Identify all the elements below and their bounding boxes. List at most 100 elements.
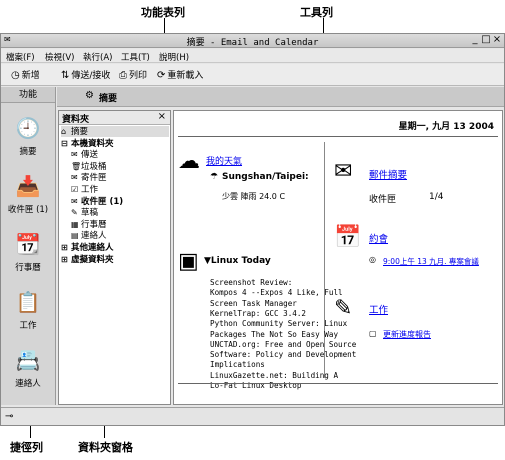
title-bar[interactable]: ✉ 摘要 - Email and Calendar _ □ ×: [1, 34, 504, 48]
folder-item-label: 工作: [81, 185, 99, 195]
news-line[interactable]: Packages The Not So Easy Way: [210, 330, 338, 340]
folder-item[interactable]: ⌂ 摘要: [61, 126, 169, 137]
folder-icon: ☑: [71, 185, 79, 194]
view-header-title: 摘要: [99, 94, 118, 104]
appointments-title-link[interactable]: 約會: [369, 231, 388, 245]
new-button[interactable]: ◷ 新增: [11, 68, 40, 81]
folder-item[interactable]: ✉ 傳送: [71, 149, 169, 160]
weather-desc: 少雲 陣雨 24.0 C: [222, 192, 286, 201]
view-header-band: ⚙ 摘要: [57, 87, 504, 107]
news-line[interactable]: LinuxGazette.net: Building A: [210, 371, 338, 381]
menu-actions[interactable]: 執行(A): [83, 51, 112, 63]
menu-view[interactable]: 檢視(V): [45, 51, 74, 63]
maximize-button[interactable]: □: [481, 34, 491, 45]
summary-view: 星期一, 九月 13 2004 ☁ 我的天氣 ☂ Sungshan/Taipei…: [173, 110, 503, 405]
news-line[interactable]: Implications: [210, 360, 265, 370]
news-line[interactable]: Software: Policy and Development: [210, 350, 356, 360]
shortcut-inbox-label: 收件匣 (1): [7, 205, 49, 215]
folder-item[interactable]: ⊟ 本機資料夾: [61, 138, 169, 149]
new-label: 新增: [21, 71, 40, 81]
folder-icon: ✉: [71, 150, 78, 160]
folder-item[interactable]: ▤ 連絡人: [71, 230, 169, 241]
tasks-summary-icon: ✎: [334, 296, 353, 321]
new-icon: ◷: [11, 70, 20, 81]
folder-item[interactable]: ⊞ 其他連絡人: [61, 242, 169, 253]
folder-item-label: 垃圾桶: [81, 161, 107, 172]
send-receive-icon: ⇅: [61, 70, 70, 81]
folder-icon: ✉: [71, 173, 78, 183]
menu-help[interactable]: 說明(H): [159, 51, 189, 63]
shortcut-calendar[interactable]: 📆 行事曆: [1, 233, 55, 273]
shortcut-contacts[interactable]: 📇 連絡人: [1, 349, 55, 389]
mail-summary-title-link[interactable]: 郵件摘要: [369, 167, 407, 181]
news-line[interactable]: UNCTAD.org: Free and Open Source: [210, 340, 356, 350]
folder-item[interactable]: ☑ 工作: [71, 184, 169, 195]
expander-icon[interactable]: ⊞: [61, 242, 71, 253]
summary-top-rule: [178, 136, 498, 137]
app-window: ✉ 摘要 - Email and Calendar _ □ × 檔案(F) 檢視…: [0, 33, 505, 426]
news-line[interactable]: Screen Task Manager: [210, 299, 297, 309]
folder-item[interactable]: ✉ 寄件匣: [71, 172, 169, 183]
tasks-title-link[interactable]: 工作: [369, 302, 388, 316]
weather-title-link[interactable]: 我的天氣: [206, 154, 242, 167]
shortcut-inbox[interactable]: 📥 收件匣 (1): [1, 175, 55, 215]
print-button[interactable]: ⎙ 列印: [119, 68, 147, 81]
expander-icon[interactable]: ⊞: [61, 254, 71, 265]
folder-pane-title: 資料夾: [62, 115, 90, 125]
shortcut-tasks[interactable]: 📋 工作: [1, 291, 55, 331]
folder-item-label: 虛擬資料夾: [71, 254, 114, 265]
shortcut-summary-label: 摘要: [19, 147, 37, 157]
folder-item-label: 草稿: [81, 208, 99, 219]
shortcut-bar: 功能 🕘 摘要 📥 收件匣 (1) 📆 行事曆 📋 工作 📇 連絡人: [1, 87, 56, 405]
shortcut-tasks-label: 工作: [19, 321, 37, 331]
mail-inbox-count: 1/4: [429, 192, 444, 202]
appointment-item-link[interactable]: 9:00上午 13 九月. 專案會議: [383, 256, 479, 267]
weather-city-icon: ☂: [210, 172, 219, 182]
folder-item[interactable]: ✉ 收件匣 (1): [71, 196, 169, 207]
status-bar-grip-icon[interactable]: ⊸: [5, 411, 13, 422]
view-header-icon: ⚙: [85, 90, 94, 101]
task-item-link[interactable]: 更新進度報告: [383, 329, 431, 340]
contacts-icon: 📇: [15, 348, 41, 372]
folder-item-label: 收件匣 (1): [81, 196, 124, 207]
print-icon: ⎙: [119, 70, 127, 81]
news-title-text: Linux Today: [210, 256, 271, 266]
reload-button[interactable]: ⟳ 重新載入: [157, 68, 203, 81]
tasks-icon: 📋: [15, 290, 41, 314]
calendar-icon: 📆: [15, 232, 41, 256]
folder-icon: ▦: [71, 219, 79, 229]
summary-date: 星期一, 九月 13 2004: [398, 122, 494, 132]
folder-icon: 🗑: [71, 161, 82, 171]
folder-item[interactable]: 🗑垃圾桶: [71, 161, 169, 172]
send-receive-label: 傳送/接收: [71, 71, 111, 81]
folder-pane-close-icon[interactable]: ×: [158, 111, 166, 122]
news-line[interactable]: Python Community Server: Linux: [210, 319, 347, 329]
news-line[interactable]: Kompos 4 --Expos 4 Like, Full: [210, 288, 343, 298]
send-receive-button[interactable]: ⇅ 傳送/接收: [61, 68, 110, 81]
news-line[interactable]: Screenshot Review:: [210, 278, 292, 288]
folder-icon: ✉: [71, 196, 78, 206]
folder-icon: ✎: [71, 208, 78, 218]
shortcut-bar-header: 功能: [1, 87, 55, 103]
folder-item[interactable]: ✎ 草稿: [71, 207, 169, 218]
folder-item[interactable]: ⊞ 虛擬資料夾: [61, 254, 169, 265]
close-button[interactable]: ×: [492, 34, 502, 45]
expander-icon[interactable]: ⊟: [61, 138, 71, 149]
folder-item-label: 連絡人: [81, 231, 107, 242]
folder-item[interactable]: ▦ 行事曆: [71, 219, 169, 230]
news-line[interactable]: KernelTrap: GCC 3.4.2: [210, 309, 306, 319]
status-bar: ⊸: [1, 407, 504, 425]
task-item-icon: ▢: [369, 329, 377, 338]
folderpane-callout-label: 資料夾窗格: [78, 441, 133, 454]
folder-pane: 資料夾 × ⌂ 摘要 ⊟ 本機資料夾 ✉ 傳送 🗑垃圾桶 ✉ 寄件匣 ☑ 工作 ✉ 收件匣 (1) ✎ 草稿…: [58, 110, 171, 405]
inbox-icon: 📥: [15, 174, 41, 198]
folder-icon: ⌂: [61, 127, 67, 136]
shortcut-summary[interactable]: 🕘 摘要: [1, 117, 55, 157]
menu-tools[interactable]: 工具(T): [121, 51, 150, 63]
minimize-button[interactable]: _: [470, 34, 480, 45]
toolbar-callout-label: 工具列: [300, 6, 333, 19]
shortcut-callout-label: 捷徑列: [10, 441, 43, 454]
menu-file[interactable]: 檔案(F): [6, 51, 35, 63]
tool-bar: ◷ 新增 ⇅ 傳送/接收 ⎙ 列印 ⟳ 重新載入: [1, 64, 504, 86]
folder-item-label: 寄件匣: [81, 173, 107, 184]
